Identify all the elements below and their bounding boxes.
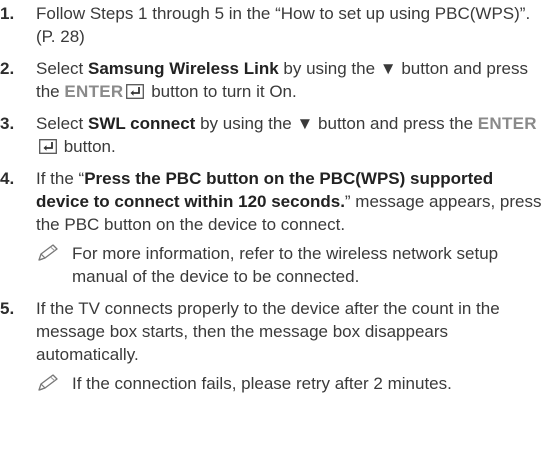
step-text: If the TV connects properly to the devic… xyxy=(36,297,542,366)
menu-item-name: SWL connect xyxy=(87,114,196,133)
step-3: 3. Select SWL connect by using the ▼ but… xyxy=(0,112,542,158)
step-number: 4. xyxy=(0,169,15,188)
step-2-pre: Select xyxy=(36,59,88,78)
step-4-pre: If the “ xyxy=(36,169,85,188)
step-3-mid: by using the ▼ button and press the xyxy=(195,114,478,133)
step-4: 4. If the “Press the PBC button on the P… xyxy=(0,167,542,288)
step-2-post: button to turn it On. xyxy=(146,82,297,101)
enter-label: ENTER xyxy=(64,82,124,101)
pencil-note-icon xyxy=(38,374,58,391)
step-text: Select Samsung Wireless Link by using th… xyxy=(36,57,542,103)
pencil-note-icon xyxy=(38,244,58,261)
step-text: Follow Steps 1 through 5 in the “How to … xyxy=(36,2,542,48)
step-number: 1. xyxy=(0,4,15,23)
menu-item-name: Samsung Wireless Link xyxy=(87,59,279,78)
note-text: For more information, refer to the wirel… xyxy=(72,244,499,286)
step-2: 2. Select Samsung Wireless Link by using… xyxy=(0,57,542,103)
note-text: If the connection fails, please retry af… xyxy=(72,374,452,393)
enter-key-icon xyxy=(39,139,57,154)
enter-key-icon xyxy=(126,84,145,99)
step-number: 3. xyxy=(0,114,15,133)
step-number: 5. xyxy=(0,299,15,318)
enter-label: ENTER xyxy=(477,114,537,133)
instruction-list: 1. Follow Steps 1 through 5 in the “How … xyxy=(0,0,542,395)
step-5-text: If the TV connects properly to the devic… xyxy=(36,299,500,364)
step-text: Select SWL connect by using the ▼ button… xyxy=(36,112,542,158)
step-3-post: button. xyxy=(59,137,116,156)
step-1: 1. Follow Steps 1 through 5 in the “How … xyxy=(0,2,542,48)
note: For more information, refer to the wirel… xyxy=(36,242,542,288)
step-5: 5. If the TV connects properly to the de… xyxy=(0,297,542,395)
step-number: 2. xyxy=(0,59,15,78)
note: If the connection fails, please retry af… xyxy=(36,372,542,395)
step-3-pre: Select xyxy=(36,114,88,133)
step-text: If the “Press the PBC button on the PBC(… xyxy=(36,167,542,236)
step-1-text: Follow Steps 1 through 5 in the “How to … xyxy=(36,4,531,46)
